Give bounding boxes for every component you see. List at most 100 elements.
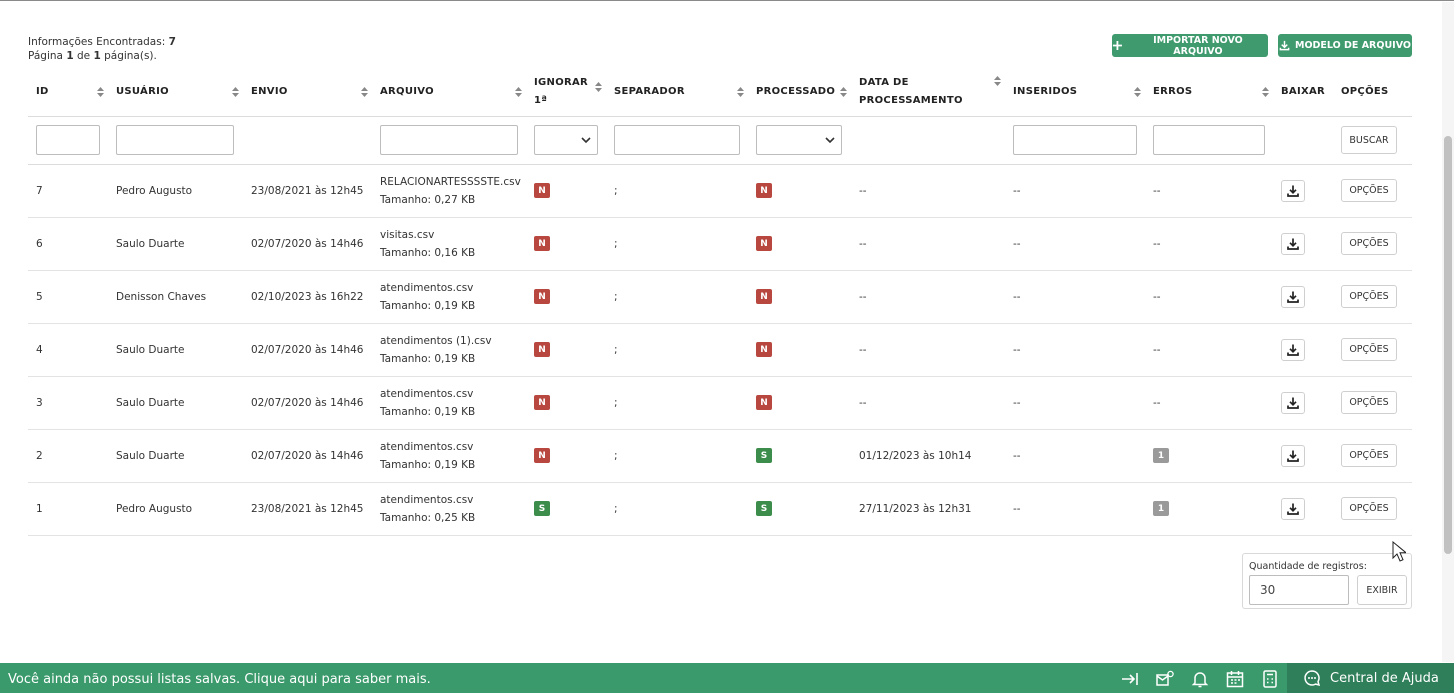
- cell-sent: 02/07/2020 às 14h46: [251, 396, 364, 409]
- download-icon: [1287, 450, 1299, 462]
- download-button[interactable]: [1281, 232, 1305, 255]
- download-button[interactable]: [1281, 179, 1305, 202]
- filter-ignorar-select[interactable]: [534, 125, 598, 155]
- collapse-icon[interactable]: [1120, 669, 1140, 689]
- col-separador[interactable]: SEPARADOR: [606, 68, 748, 116]
- cell-user: Pedro Augusto: [116, 502, 193, 515]
- file-size: Tamanho: 0,25 KB: [380, 511, 476, 524]
- records-input[interactable]: 30: [1249, 575, 1349, 605]
- calendar-icon[interactable]: [1225, 669, 1245, 689]
- file-size: Tamanho: 0,19 KB: [380, 458, 476, 471]
- mail-settings-icon[interactable]: [1155, 669, 1175, 689]
- search-button[interactable]: BUSCAR: [1341, 126, 1397, 154]
- scrollbar-thumb[interactable]: [1444, 136, 1452, 554]
- status-badge: N: [534, 395, 550, 410]
- sort-icon: [737, 86, 744, 97]
- cell-id: 4: [36, 343, 43, 356]
- status-badge: N: [756, 183, 772, 198]
- file-name: atendimentos.csv: [380, 493, 474, 506]
- vertical-scrollbar[interactable]: [1442, 2, 1454, 662]
- download-icon: [1287, 344, 1299, 356]
- cell-download: [1273, 217, 1333, 270]
- records-label: Quantidade de registros:: [1249, 561, 1367, 572]
- filter-inseridos-input[interactable]: [1013, 125, 1137, 155]
- cell-options: OPÇÕES: [1333, 323, 1412, 376]
- cell-options: OPÇÕES: [1333, 164, 1412, 217]
- cell-processed: N: [748, 217, 851, 270]
- filter-separador-input[interactable]: [614, 125, 740, 155]
- cell-download: [1273, 376, 1333, 429]
- options-button[interactable]: OPÇÕES: [1341, 285, 1397, 308]
- file-size: Tamanho: 0,16 KB: [380, 246, 476, 259]
- col-data-processamento[interactable]: DATA DE PROCESSAMENTO: [851, 68, 1005, 116]
- errors-value: --: [1153, 237, 1161, 250]
- filter-usuario-input[interactable]: [116, 125, 234, 155]
- options-button[interactable]: OPÇÕES: [1341, 444, 1397, 467]
- top-border: [0, 0, 1454, 1]
- cell-download: [1273, 164, 1333, 217]
- download-icon: [1287, 185, 1299, 197]
- table-row: 4 Saulo Duarte 02/07/2020 às 14h46 atendime…: [28, 323, 1412, 376]
- col-processado[interactable]: PROCESSADO: [748, 68, 851, 116]
- status-badge: 1: [1153, 501, 1169, 516]
- download-button[interactable]: [1281, 497, 1305, 520]
- status-badge: S: [534, 501, 550, 516]
- col-envio[interactable]: ENVIO: [243, 68, 372, 116]
- chevron-down-icon: [581, 137, 591, 144]
- filter-processado-select[interactable]: [756, 125, 842, 155]
- options-button[interactable]: OPÇÕES: [1341, 338, 1397, 361]
- options-button[interactable]: OPÇÕES: [1341, 179, 1397, 202]
- sort-icon: [97, 86, 104, 97]
- cell-id: 2: [36, 449, 43, 462]
- sort-icon: [994, 76, 1001, 86]
- cell-sent: 23/08/2021 às 12h45: [251, 184, 364, 197]
- calculator-icon[interactable]: [1260, 669, 1280, 689]
- file-name: RELACIONARTESSSSTE.csv: [380, 175, 521, 188]
- cell-id: 3: [36, 396, 43, 409]
- cell-user: Saulo Duarte: [116, 396, 185, 409]
- table-row: 6 Saulo Duarte 02/07/2020 às 14h46 visitas.…: [28, 217, 1412, 270]
- col-inseridos[interactable]: INSERIDOS: [1005, 68, 1145, 116]
- file-size: Tamanho: 0,19 KB: [380, 352, 476, 365]
- cell-sent: 02/07/2020 às 14h46: [251, 449, 364, 462]
- cell-options: OPÇÕES: [1333, 482, 1412, 535]
- import-file-button[interactable]: IMPORTAR NOVO ARQUIVO: [1112, 34, 1268, 57]
- status-badge: S: [756, 501, 772, 516]
- cell-separator: ;: [614, 396, 618, 409]
- cell-ignore: N: [526, 376, 606, 429]
- download-button[interactable]: [1281, 391, 1305, 414]
- download-button[interactable]: [1281, 285, 1305, 308]
- mouse-cursor-icon: [1392, 541, 1406, 562]
- download-button[interactable]: [1281, 338, 1305, 361]
- errors-value: --: [1153, 184, 1161, 197]
- cell-user: Pedro Augusto: [116, 184, 193, 197]
- download-icon: [1287, 238, 1299, 250]
- help-center-button[interactable]: Central de Ajuda: [1287, 663, 1454, 693]
- status-badge: S: [756, 448, 772, 463]
- saved-lists-message[interactable]: Você ainda não possui listas salvas. Cli…: [8, 672, 431, 687]
- cell-file: atendimentos.csv Tamanho: 0,19 KB: [372, 376, 526, 429]
- cell-processed-date: 01/12/2023 às 10h14: [859, 449, 972, 462]
- filter-id-input[interactable]: [36, 125, 100, 155]
- options-button[interactable]: OPÇÕES: [1341, 232, 1397, 255]
- cell-file: atendimentos.csv Tamanho: 0,19 KB: [372, 429, 526, 482]
- download-button[interactable]: [1281, 444, 1305, 467]
- col-ignorar[interactable]: IGNORAR 1ª: [526, 68, 606, 116]
- col-id[interactable]: ID: [28, 68, 108, 116]
- sort-icon: [840, 86, 847, 97]
- bell-icon[interactable]: [1190, 669, 1210, 689]
- file-template-button[interactable]: MODELO DE ARQUIVO: [1278, 34, 1412, 57]
- filter-arquivo-input[interactable]: [380, 125, 518, 155]
- plus-icon: [1112, 40, 1122, 51]
- options-button[interactable]: OPÇÕES: [1341, 391, 1397, 414]
- cell-errors: 1: [1145, 429, 1273, 482]
- col-erros[interactable]: ERROS: [1145, 68, 1273, 116]
- col-arquivo[interactable]: ARQUIVO: [372, 68, 526, 116]
- col-usuario[interactable]: USUÁRIO: [108, 68, 243, 116]
- options-button[interactable]: OPÇÕES: [1341, 497, 1397, 520]
- cell-errors: --: [1145, 270, 1273, 323]
- file-name: atendimentos.csv: [380, 387, 474, 400]
- cell-separator: ;: [614, 237, 618, 250]
- show-button[interactable]: EXIBIR: [1357, 575, 1407, 605]
- filter-erros-input[interactable]: [1153, 125, 1265, 155]
